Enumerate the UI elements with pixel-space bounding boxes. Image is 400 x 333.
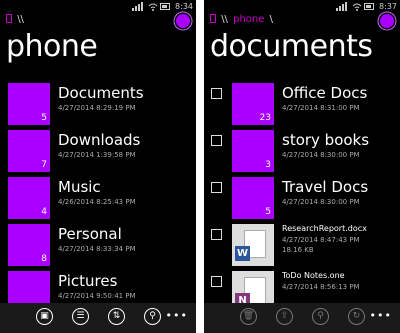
word-document-icon: W [232,224,274,266]
item-count: 7 [41,160,47,170]
more-options-button[interactable]: ••• [166,309,188,322]
file-size: 18.16 KB [282,246,314,254]
list-item[interactable]: 5 Documents 4/27/2014 8:29:19 PM [0,82,196,126]
folder-tile: 4 [8,177,50,219]
item-checkbox[interactable] [211,276,222,287]
select-mode-button[interactable] [176,14,190,28]
file-date: 4/27/2014 8:47:43 PM [282,236,360,244]
wifi-icon [352,3,362,11]
folder-tile: 23 [232,83,274,125]
folder-name: Pictures [58,272,118,290]
more-options-button[interactable]: ••• [370,309,392,322]
battery-icon [160,3,170,10]
item-checkbox[interactable] [211,229,222,240]
folder-date: 4/27/2014 8:30:00 PM [282,151,360,159]
battery-icon [364,3,374,10]
list-item[interactable]: W ResearchReport.docx 4/27/2014 8:47:43 … [204,223,400,267]
list-item[interactable]: 4 Music 4/26/2014 8:25:43 PM [0,176,196,220]
folder-tile: 3 [232,130,274,172]
folder-tile: 7 [8,130,50,172]
breadcrumb[interactable]: \\ phone \ [210,14,275,28]
divider [196,0,204,333]
list-item[interactable]: 5 Travel Docs 4/27/2014 8:30:00 PM [204,176,400,220]
folder-date: 4/27/2014 8:31:00 PM [282,104,360,112]
signal-icon [132,2,143,11]
breadcrumb-phone[interactable]: phone [233,14,264,25]
sort-icon: ⇅ [112,311,121,321]
select-icon: ☰ [76,311,85,321]
status-bar: 8:34 [0,0,196,14]
delete-button[interactable]: 🗑 [240,308,257,325]
item-checkbox[interactable] [211,182,222,193]
folder-tile: 8 [8,224,50,266]
folder-tile: 5 [232,177,274,219]
share-icon: ⇪ [280,311,289,321]
phone-device-icon [210,14,216,23]
page-title: phone [6,29,98,64]
item-checkbox[interactable] [211,88,222,99]
share-button[interactable]: ⇪ [276,308,293,325]
item-count: 4 [41,207,47,217]
sort-button[interactable]: ⇅ [108,308,125,325]
item-checkbox[interactable] [211,135,222,146]
item-count: 8 [41,254,47,264]
folder-name: Office Docs [282,84,368,102]
file-name: ResearchReport.docx [282,224,367,233]
folder-tile: 5 [8,83,50,125]
breadcrumb-root[interactable]: \\ [221,14,228,25]
item-count: 3 [265,160,271,170]
breadcrumb-root[interactable]: \\ [17,14,24,25]
file-date: 4/27/2014 8:56:13 PM [282,283,360,291]
list-item[interactable]: 8 Personal 4/27/2014 8:33:34 PM [0,223,196,267]
app-bar: ▣ ☰ ⇅ ⚲ ••• [0,303,196,333]
breadcrumb[interactable]: \\ [6,14,26,28]
word-badge: W [235,246,250,261]
delete-icon: 🗑 [242,311,255,321]
list-item[interactable]: 3 story books 4/27/2014 8:30:00 PM [204,129,400,173]
folder-name: Music [58,178,101,196]
phone-device-icon [6,14,12,23]
breadcrumb-separator: \ [269,14,273,25]
new-folder-icon: ▣ [40,311,49,321]
folder-name: Documents [58,84,144,102]
folder-name: story books [282,131,370,149]
app-bar: 🗑 ⇪ ⚲ ↻ ••• [204,303,400,333]
folder-name: Personal [58,225,122,243]
clock: 8:37 [379,2,397,11]
folder-date: 4/27/2014 8:30:00 PM [282,198,360,206]
folder-name: Travel Docs [282,178,369,196]
search-icon: ⚲ [149,311,156,321]
sync-icon: ↻ [352,311,361,321]
page-title: documents [210,29,373,64]
folder-name: Downloads [58,131,141,149]
right-phone-screen: 8:37 \\ phone \ documents 23 Office Docs… [204,0,400,333]
folder-date: 4/26/2014 8:25:43 PM [58,198,136,206]
list-item[interactable]: 7 Downloads 4/27/2014 1:39:58 PM [0,129,196,173]
item-count: 5 [265,207,271,217]
folder-date: 4/27/2014 1:39:58 PM [58,151,136,159]
folder-date: 4/27/2014 9:50:41 PM [58,292,136,300]
status-bar: 8:37 [204,0,400,14]
wifi-icon [148,3,158,11]
clock: 8:34 [175,2,193,11]
search-button[interactable]: ⚲ [144,308,161,325]
pin-button[interactable]: ⚲ [312,308,329,325]
new-folder-button[interactable]: ▣ [36,308,53,325]
file-name: ToDo Notes.one [282,271,345,280]
folder-date: 4/27/2014 8:29:19 PM [58,104,136,112]
item-count: 5 [41,113,47,123]
sync-button[interactable]: ↻ [348,308,365,325]
list-item[interactable]: 23 Office Docs 4/27/2014 8:31:00 PM [204,82,400,126]
left-phone-screen: 8:34 \\ phone 5 Documents 4/27/2014 8:29… [0,0,196,333]
item-count: 23 [259,113,271,123]
pin-icon: ⚲ [317,311,324,321]
select-mode-button[interactable] [380,14,394,28]
signal-icon [336,2,347,11]
folder-date: 4/27/2014 8:33:34 PM [58,245,136,253]
select-button[interactable]: ☰ [72,308,89,325]
